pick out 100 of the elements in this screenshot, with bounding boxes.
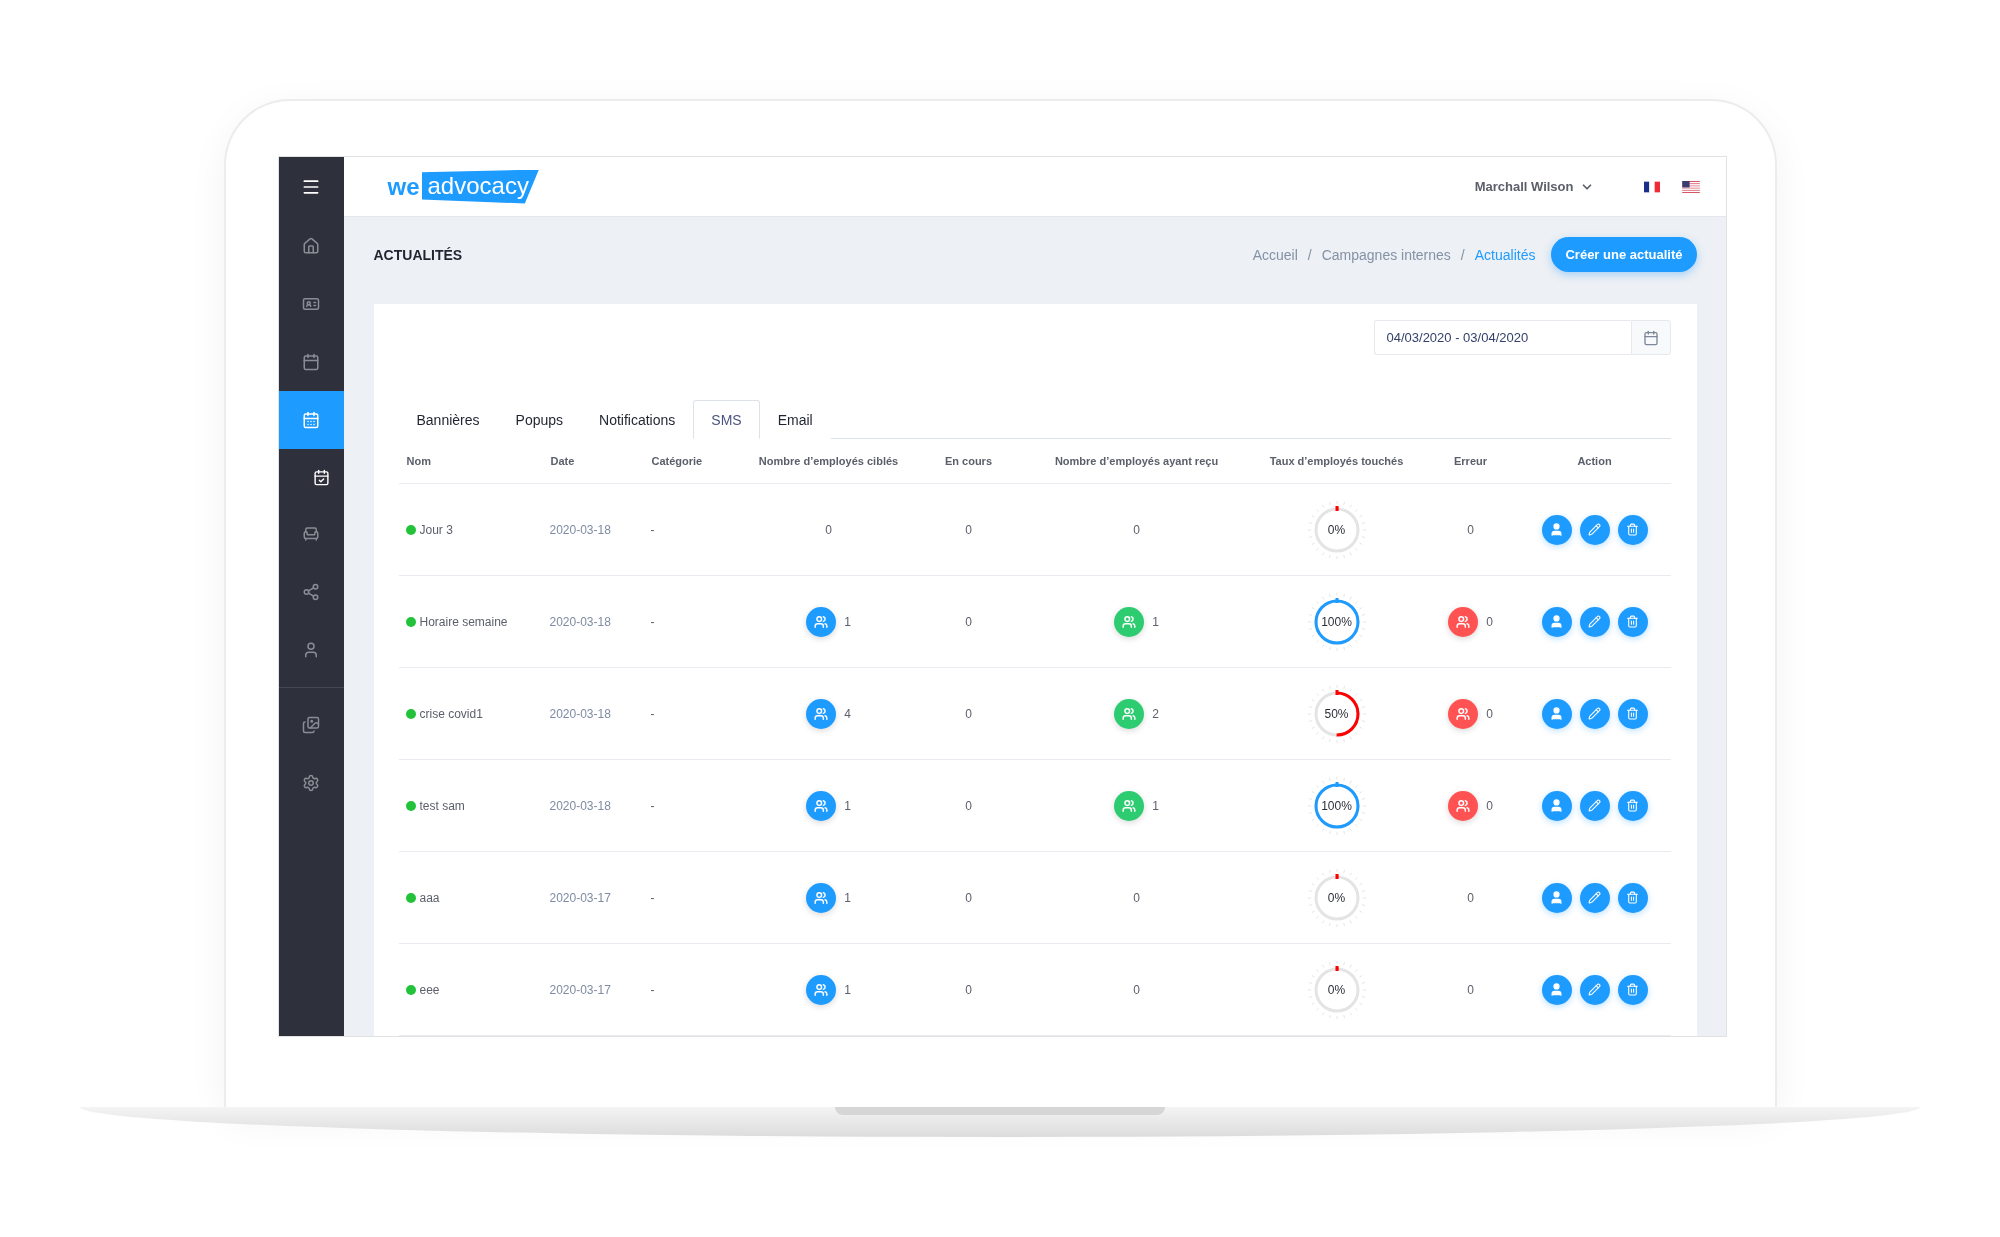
rate-text: 50%: [1323, 706, 1350, 721]
name-text: Horaire semaine: [419, 614, 508, 629]
profile-button[interactable]: [1541, 698, 1572, 729]
delete-button[interactable]: [1617, 606, 1648, 637]
profile-button[interactable]: [1541, 606, 1572, 637]
user-icon: [1549, 706, 1564, 721]
profile-button[interactable]: [1541, 790, 1572, 821]
delete-button[interactable]: [1617, 514, 1648, 545]
category-text: -: [650, 798, 655, 813]
profile-button[interactable]: [1541, 514, 1572, 545]
edit-button[interactable]: [1579, 974, 1610, 1005]
count-text: 0: [1467, 522, 1474, 537]
menu-icon[interactable]: [301, 177, 321, 197]
trash-icon: [1626, 983, 1639, 996]
edit-button[interactable]: [1579, 882, 1610, 913]
ring-ticks: [1307, 868, 1366, 927]
column-header: Catégorie: [650, 455, 704, 467]
count-text: 0: [965, 522, 972, 537]
profile-button[interactable]: [1541, 882, 1572, 913]
user-icon: [1549, 614, 1564, 629]
armchair-icon: [302, 525, 320, 543]
name-text: crise covid1: [419, 706, 483, 721]
name-text: Jour 3: [419, 522, 453, 537]
date-range-input[interactable]: 04/03/2020 - 03/04/2020: [1373, 320, 1631, 355]
count-text: 1: [1152, 614, 1159, 629]
column-header: Nom: [405, 455, 432, 467]
count-text: 0: [1467, 982, 1474, 997]
count-text: 0: [1486, 798, 1493, 813]
column-header: Erreur: [1453, 455, 1488, 467]
count-text: 0: [1486, 706, 1493, 721]
delete-button[interactable]: [1617, 882, 1648, 913]
tab[interactable]: SMS: [693, 400, 760, 439]
date-text: 2020-03-18: [549, 798, 611, 813]
count-text: 0: [965, 890, 972, 905]
category-text: -: [650, 522, 655, 537]
delete-button[interactable]: [1617, 974, 1648, 1005]
count-text: 0: [1133, 890, 1140, 905]
user-name[interactable]: Marchall Wilson: [1474, 179, 1574, 194]
date-text: 2020-03-18: [549, 706, 611, 721]
french-flag-icon[interactable]: [1643, 180, 1660, 193]
pencil-icon: [1588, 891, 1601, 904]
logo-text: we: [387, 172, 420, 201]
us-flag-icon[interactable]: [1681, 180, 1700, 193]
progress-ring: [1314, 781, 1359, 828]
column-header: Nombre d’employés ciblés: [757, 455, 900, 467]
category-text: -: [650, 706, 655, 721]
calendar-check-icon: [312, 468, 330, 486]
pencil-icon: [1588, 615, 1601, 628]
settings-icon: [302, 774, 320, 792]
count-text: 0: [1467, 890, 1474, 905]
edit-button[interactable]: [1579, 790, 1610, 821]
column-header: Date: [549, 455, 576, 467]
ring-ticks: [1307, 500, 1366, 559]
user-icon: [1549, 522, 1564, 537]
ring-ticks: [1307, 776, 1366, 835]
delete-button[interactable]: [1617, 698, 1648, 729]
category-text: -: [650, 614, 655, 629]
edit-button[interactable]: [1579, 606, 1610, 637]
column-header: Taux d’employés touchés: [1268, 455, 1405, 467]
breadcrumb-separator: /: [1307, 246, 1312, 263]
column-header: Nombre d’employés ayant reçu: [1053, 455, 1220, 467]
rate-text: 0%: [1326, 890, 1347, 905]
rate-text: 0%: [1326, 522, 1347, 537]
count-text: 0: [1486, 614, 1493, 629]
pencil-icon: [1588, 799, 1601, 812]
progress-ring: [1314, 965, 1359, 1012]
count-text: 1: [844, 982, 851, 997]
ring-ticks: [1307, 592, 1366, 651]
rate-text: 100%: [1320, 614, 1353, 629]
count-text: 0: [965, 798, 972, 813]
rate-text: 100%: [1320, 798, 1353, 813]
progress-ring: [1314, 597, 1359, 644]
calendar-icon: [302, 411, 320, 429]
progress-ring: [1314, 873, 1359, 920]
count-text: 1: [844, 890, 851, 905]
progress-ring: [1314, 505, 1359, 552]
count-text: 1: [844, 798, 851, 813]
pencil-icon: [1588, 707, 1601, 720]
delete-button[interactable]: [1617, 790, 1648, 821]
rate-text: 0%: [1326, 982, 1347, 997]
date-text: 2020-03-18: [549, 522, 611, 537]
home-icon: [302, 237, 320, 255]
name-text: test sam: [419, 798, 465, 813]
date-text: 2020-03-17: [549, 890, 611, 905]
name-text: aaa: [419, 890, 440, 905]
user-icon: [1549, 890, 1564, 905]
ring-ticks: [1307, 960, 1366, 1019]
date-text: 2020-03-17: [549, 982, 611, 997]
trash-icon: [1626, 707, 1639, 720]
count-text: 0: [1133, 982, 1140, 997]
edit-button[interactable]: [1579, 698, 1610, 729]
count-text: 0: [965, 706, 972, 721]
pencil-icon: [1588, 523, 1601, 536]
progress-ring: [1314, 689, 1359, 736]
trash-icon: [1626, 523, 1639, 536]
profile-button[interactable]: [1541, 974, 1572, 1005]
user-icon: [302, 641, 320, 659]
calendar-icon[interactable]: [1642, 329, 1659, 346]
edit-button[interactable]: [1579, 514, 1610, 545]
page-title: ACTUALITÉS: [373, 246, 463, 263]
